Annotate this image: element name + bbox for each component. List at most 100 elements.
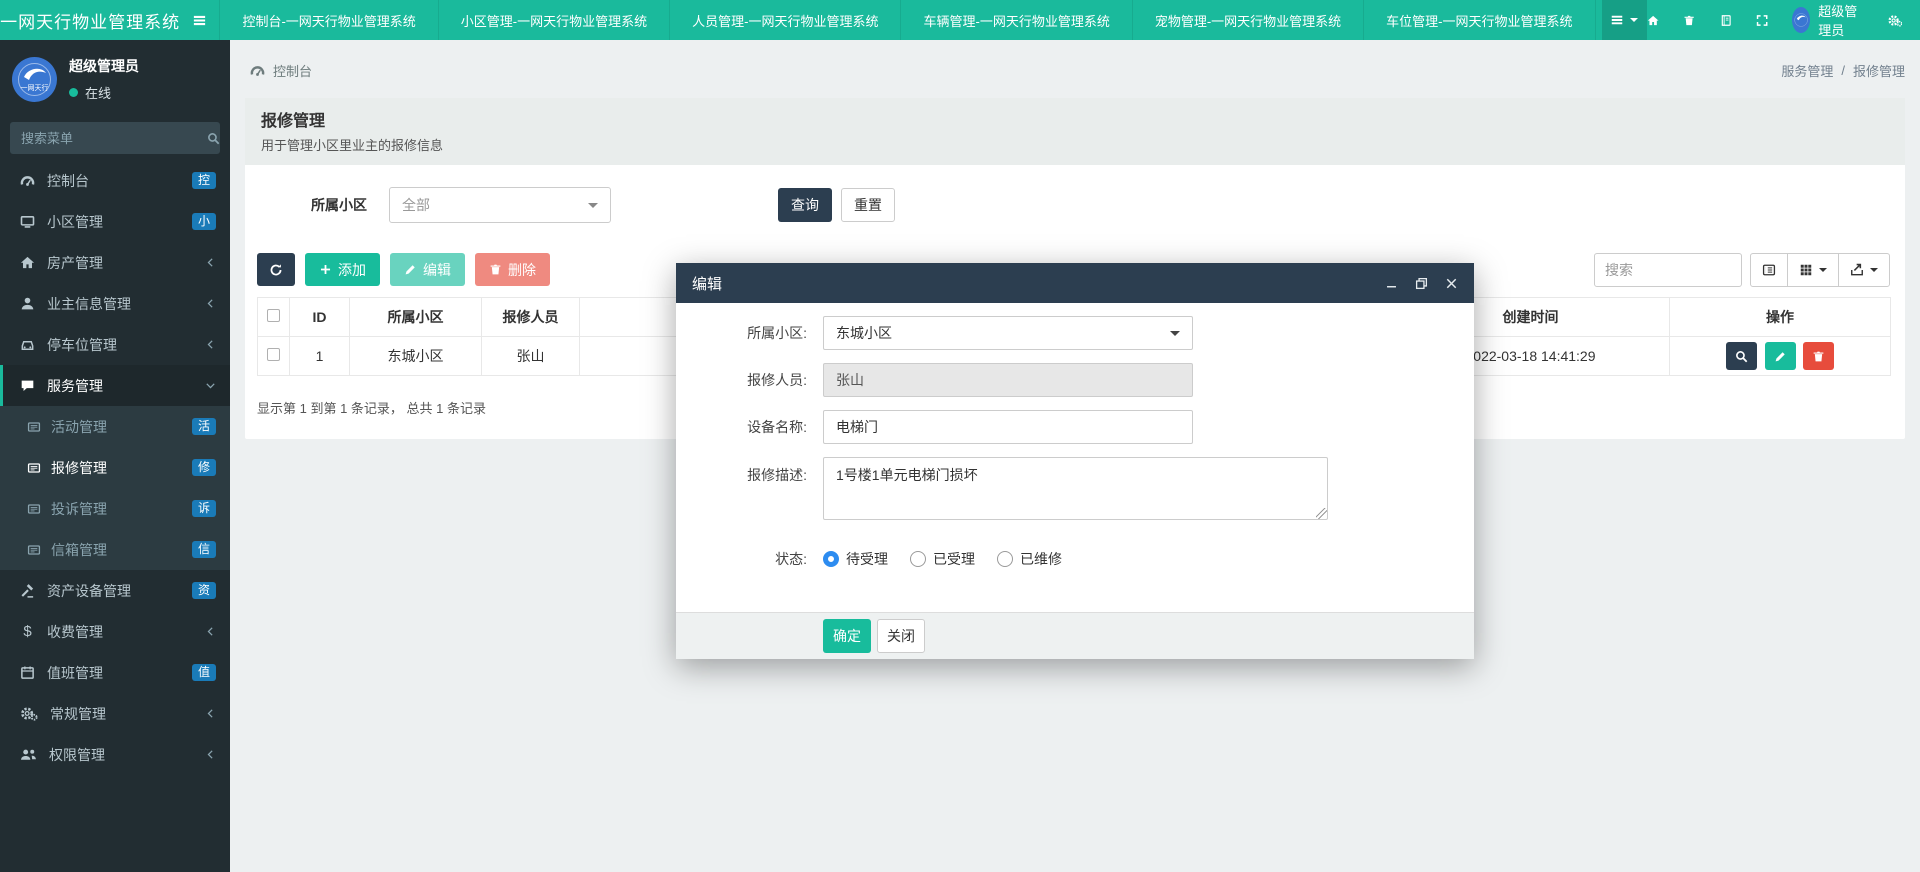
user-menu[interactable]: 超级管理员 [1792,1,1863,39]
calendar-icon [20,665,35,680]
caret-down-icon [1870,268,1878,272]
cell-id: 1 [290,337,350,376]
user-status: 在线 [69,83,139,102]
reporter-field-row: 报修人员: [676,363,1474,397]
delete-button[interactable]: 删除 [475,253,550,286]
search-icon [1735,350,1748,363]
chevron-left-icon [205,339,216,350]
sidebar-item-service[interactable]: 服务管理 [0,365,230,406]
description-textarea[interactable]: 1号楼1单元电梯门损坏 [823,457,1328,520]
confirm-button[interactable]: 确定 [823,619,871,653]
export-button[interactable] [1838,253,1890,287]
trash-icon[interactable] [1683,12,1695,29]
detail-view-button[interactable] [1750,253,1788,287]
news-icon [27,461,41,475]
close-button[interactable]: 关闭 [877,619,925,653]
tv-icon [20,214,35,229]
edit-button[interactable]: 编辑 [390,253,465,286]
tab-vehicle[interactable]: 车辆管理-一网天行物业管理系统 [900,0,1131,40]
badge: 资 [192,582,216,599]
radio-pending[interactable]: 待受理 [823,549,888,569]
description-label: 报修描述: [676,457,807,485]
row-checkbox[interactable] [267,348,280,361]
cell-reporter: 张山 [482,337,580,376]
delete-row-button[interactable] [1803,342,1834,370]
dollar-icon: $ [20,624,35,639]
avatar-logo-text: 一网天行 [21,83,49,92]
query-button[interactable]: 查询 [778,188,832,222]
breadcrumb-home[interactable]: 控制台 [250,61,312,80]
cell-actions [1670,337,1891,376]
community-filter-select[interactable]: 全部 [389,187,611,223]
community-label: 所属小区: [676,323,807,343]
reset-button[interactable]: 重置 [841,188,895,222]
sidebar-item-repair[interactable]: 报修管理 修 [0,447,230,488]
tab-list-dropdown[interactable] [1602,0,1647,40]
breadcrumb-parent[interactable]: 服务管理 [1781,61,1833,80]
fullscreen-icon[interactable] [1756,12,1768,29]
community-select[interactable]: 东城小区 [823,316,1193,350]
tab-personnel[interactable]: 人员管理-一网天行物业管理系统 [669,0,900,40]
add-button[interactable]: 添加 [305,253,380,286]
sidebar-item-owner-info[interactable]: 业主信息管理 [0,283,230,324]
tab-parking[interactable]: 车位管理-一网天行物业管理系统 [1363,0,1595,40]
service-submenu: 活动管理 活 报修管理 修 投诉管理 诉 信箱管理 信 [0,406,230,570]
dialog-body: 所属小区: 东城小区 报修人员: 设备名称: 报修描述: 1号楼1单元电梯门损坏… [676,303,1474,612]
badge: 信 [192,541,216,558]
sidebar-toggle-button[interactable] [180,0,219,40]
tab-community[interactable]: 小区管理-一网天行物业管理系统 [438,0,669,40]
avatar [1792,7,1810,33]
columns-button[interactable] [1787,253,1839,287]
radio-selected-icon [823,551,839,567]
maximize-icon[interactable] [1415,277,1428,290]
device-label: 设备名称: [676,417,807,437]
sidebar-item-activity[interactable]: 活动管理 活 [0,406,230,447]
sidebar-item-assets[interactable]: 资产设备管理 资 [0,570,230,611]
sidebar-item-community[interactable]: 小区管理 小 [0,201,230,242]
status-field-row: 状态: 待受理 已受理 已维修 [676,549,1474,569]
home-icon[interactable] [1647,12,1659,29]
edit-row-button[interactable] [1765,342,1796,370]
badge: 值 [192,664,216,681]
log-book-icon[interactable] [1720,12,1732,29]
sidebar-item-mailbox[interactable]: 信箱管理 信 [0,529,230,570]
sidebar-item-console[interactable]: 控制台 控 [0,160,230,201]
radio-repaired[interactable]: 已维修 [997,549,1062,569]
table-search [1594,253,1742,287]
top-navbar: 一网天行物业管理系统 控制台-一网天行物业管理系统 小区管理-一网天行物业管理系… [0,0,1920,40]
list-icon [1610,13,1624,27]
close-icon[interactable] [1445,277,1458,290]
sidebar-item-fees[interactable]: $ 收费管理 [0,611,230,652]
row-checkbox-cell [258,337,290,376]
radio-accepted[interactable]: 已受理 [910,549,975,569]
radio-icon [910,551,926,567]
sidebar-item-property[interactable]: 房产管理 [0,242,230,283]
tab-pet[interactable]: 宠物管理-一网天行物业管理系统 [1132,0,1363,40]
users-icon [20,747,37,762]
sidebar-item-complaint[interactable]: 投诉管理 诉 [0,488,230,529]
tab-console[interactable]: 控制台-一网天行物业管理系统 [219,0,437,40]
sidebar-item-duty[interactable]: 值班管理 值 [0,652,230,693]
dialog-header[interactable]: 编辑 [676,263,1474,303]
table-search-input[interactable] [1605,254,1731,286]
sidebar-item-parking[interactable]: 停车位管理 [0,324,230,365]
menu-search-input[interactable] [11,131,207,146]
community-filter-label: 所属小区 [311,195,367,215]
view-row-button[interactable] [1726,342,1757,370]
minimize-icon[interactable] [1385,277,1398,290]
plus-icon [319,263,332,276]
status-label: 在线 [85,83,111,102]
refresh-button[interactable] [257,253,295,286]
sidebar-item-general[interactable]: 常规管理 [0,693,230,734]
radio-icon [997,551,1013,567]
settings-cogs-icon[interactable] [1888,12,1902,29]
breadcrumb-trail: 服务管理 / 报修管理 [1781,61,1905,80]
sidebar-item-permissions[interactable]: 权限管理 [0,734,230,775]
trash-icon [489,263,502,276]
device-input[interactable] [823,410,1193,444]
device-field-row: 设备名称: [676,410,1474,444]
cell-community: 东城小区 [350,337,482,376]
caret-down-icon [1630,18,1638,22]
select-all-checkbox[interactable] [267,309,280,322]
chevron-left-icon [205,298,216,309]
